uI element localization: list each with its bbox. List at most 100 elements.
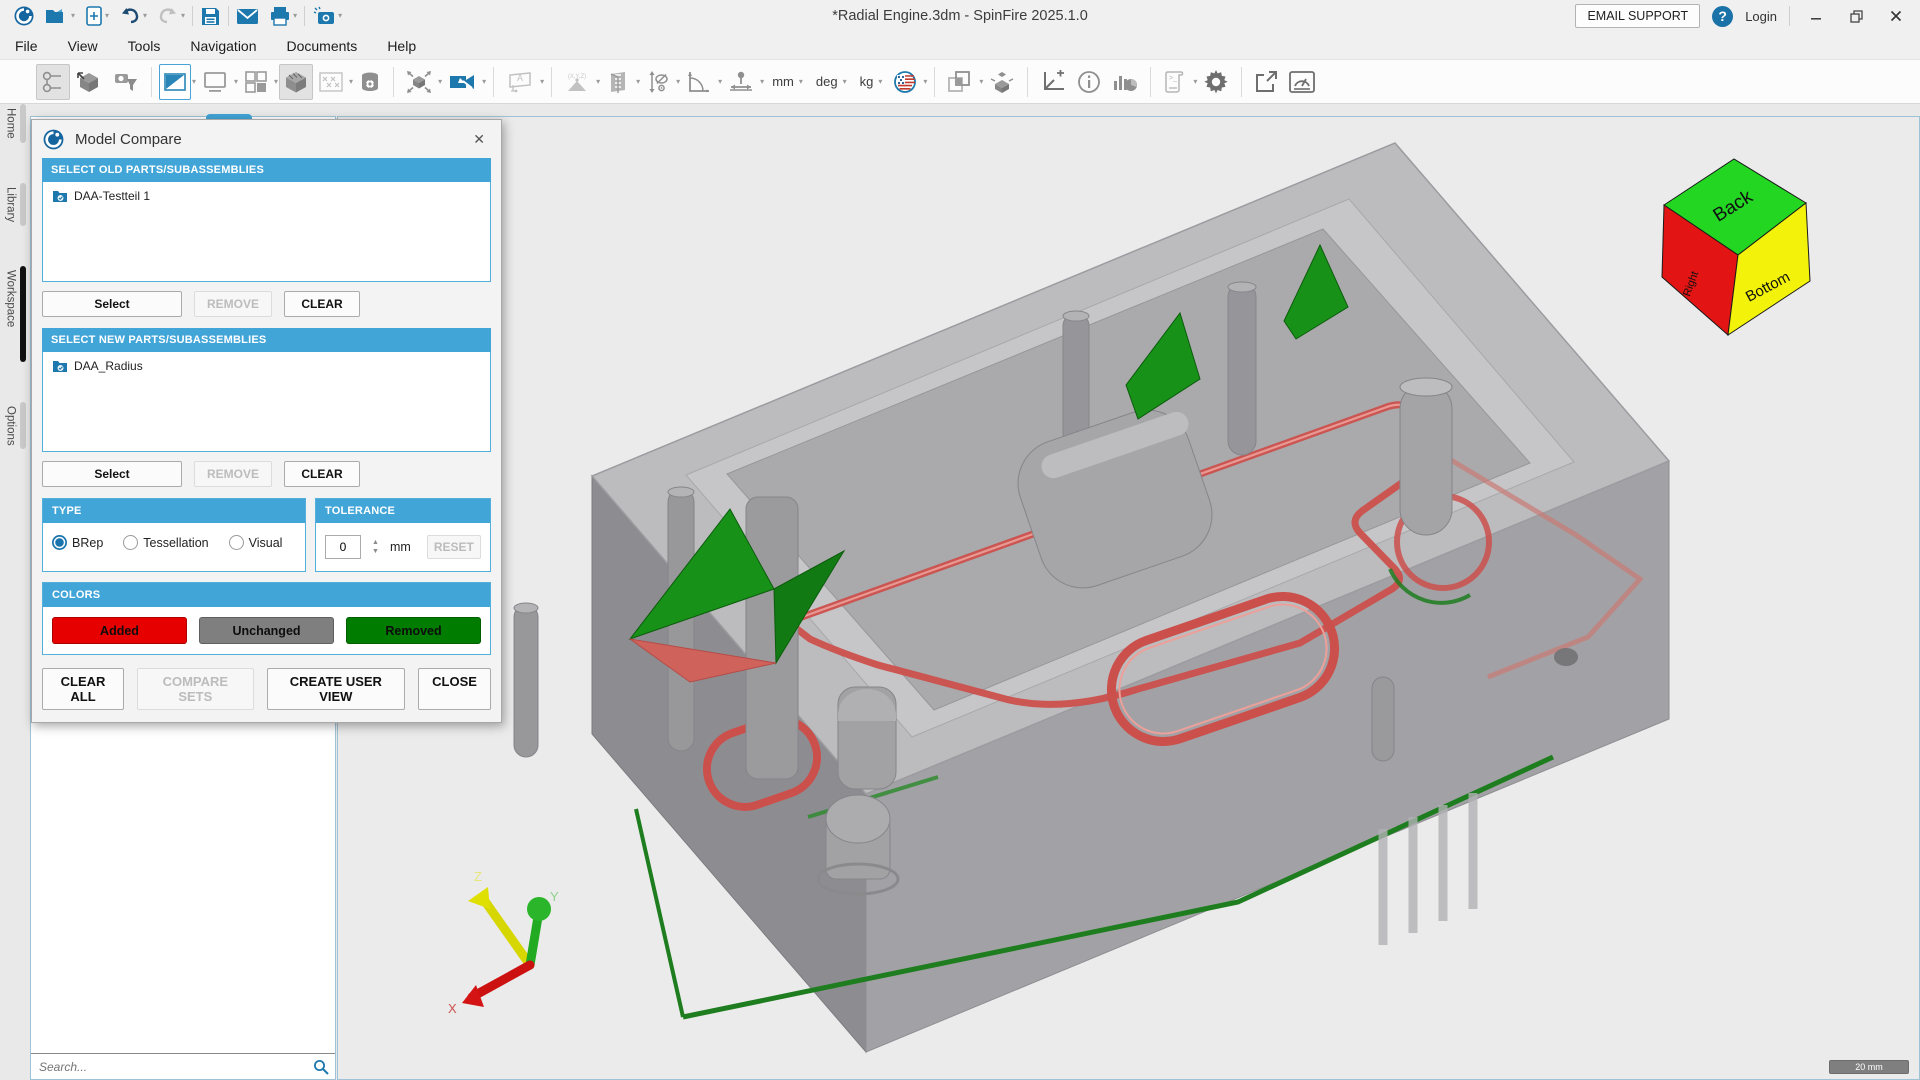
- zoom-fit-caret[interactable]: ▾: [438, 78, 442, 86]
- radio-tessellation[interactable]: Tessellation: [123, 535, 208, 550]
- menu-tools[interactable]: Tools: [128, 38, 161, 54]
- tolerance-input[interactable]: [325, 535, 361, 559]
- radio-brep[interactable]: BRep: [52, 535, 103, 550]
- new-document-button[interactable]: ▾: [82, 4, 112, 28]
- measure-angle-caret[interactable]: ▾: [718, 78, 722, 86]
- new-clear-button[interactable]: CLEAR: [284, 461, 360, 487]
- view-orientation-caret[interactable]: ▾: [482, 78, 486, 86]
- save-button[interactable]: [197, 4, 224, 29]
- pattern-display-button[interactable]: [314, 64, 348, 100]
- open-file-caret[interactable]: ▾: [71, 12, 75, 20]
- create-user-view-button[interactable]: CREATE USER VIEW: [267, 668, 405, 710]
- redo-caret[interactable]: ▾: [181, 12, 185, 20]
- exploded-view-button[interactable]: [984, 64, 1020, 100]
- menu-file[interactable]: File: [15, 38, 38, 54]
- color-removed-chip[interactable]: Removed: [346, 617, 481, 644]
- radio-brep-control[interactable]: [52, 535, 67, 550]
- new-select-button[interactable]: Select: [42, 461, 182, 487]
- old-clear-button[interactable]: CLEAR: [284, 291, 360, 317]
- new-parts-list[interactable]: DAA_Radius: [42, 352, 491, 452]
- old-select-button[interactable]: Select: [42, 291, 182, 317]
- measure-tools-button[interactable]: [36, 64, 70, 100]
- measure-distance-button[interactable]: [723, 64, 759, 100]
- help-icon[interactable]: ?: [1712, 6, 1733, 27]
- select-part-button[interactable]: [71, 64, 107, 100]
- close-button[interactable]: CLOSE: [418, 668, 491, 710]
- reset-button[interactable]: RESET: [427, 535, 481, 559]
- close-window-button[interactable]: [1882, 5, 1910, 27]
- list-item[interactable]: DAA-Testteil 1: [52, 189, 481, 203]
- compare-sets-button[interactable]: COMPARE SETS: [137, 668, 254, 710]
- sidebar-tab-workspace[interactable]: Workspace: [5, 266, 26, 362]
- restore-button[interactable]: [1842, 5, 1870, 27]
- undo-caret[interactable]: ▾: [143, 12, 147, 20]
- measure-distance-caret[interactable]: ▾: [760, 78, 764, 86]
- view-orientation-button[interactable]: [443, 64, 481, 100]
- angle-unit-dropdown[interactable]: deg ▾: [809, 64, 852, 100]
- script-caret[interactable]: ▾: [1193, 78, 1197, 86]
- settings-button[interactable]: [1198, 64, 1234, 100]
- dashboard-button[interactable]: [1284, 64, 1320, 100]
- data-settings-button[interactable]: [354, 64, 386, 100]
- annotation-caret[interactable]: ▾: [540, 78, 544, 86]
- email-support-button[interactable]: EMAIL SUPPORT: [1575, 4, 1700, 28]
- capture-caret[interactable]: ▾: [338, 12, 342, 20]
- search-input[interactable]: [37, 1059, 313, 1075]
- search-icon[interactable]: [313, 1059, 329, 1075]
- print-caret[interactable]: ▾: [293, 12, 297, 20]
- dialog-close-icon[interactable]: ✕: [467, 129, 491, 150]
- compare-overlay-caret[interactable]: ▾: [979, 78, 983, 86]
- new-remove-button[interactable]: REMOVE: [194, 461, 272, 487]
- menu-view[interactable]: View: [68, 38, 98, 54]
- length-unit-caret[interactable]: ▾: [799, 78, 803, 86]
- viewport-layout-caret[interactable]: ▾: [274, 78, 278, 86]
- cross-section-button[interactable]: [601, 64, 635, 100]
- share-view-button[interactable]: [1249, 64, 1283, 100]
- print-button[interactable]: ▾: [266, 4, 300, 28]
- radio-visual-control[interactable]: [229, 535, 244, 550]
- old-remove-button[interactable]: REMOVE: [194, 291, 272, 317]
- measure-diameter-caret[interactable]: ▾: [676, 78, 680, 86]
- dialog-header[interactable]: Model Compare ✕: [42, 120, 491, 158]
- locale-caret[interactable]: ▾: [923, 78, 927, 86]
- mass-unit-dropdown[interactable]: kg ▾: [853, 64, 888, 100]
- menu-navigation[interactable]: Navigation: [190, 38, 256, 54]
- spinner-up-icon[interactable]: ▲: [369, 538, 382, 547]
- capture-button[interactable]: ▾: [309, 4, 345, 28]
- measure-diameter-button[interactable]: [641, 64, 675, 100]
- zoom-fit-button[interactable]: [401, 64, 437, 100]
- screen-mode-button[interactable]: [197, 64, 233, 100]
- mass-unit-caret[interactable]: ▾: [878, 78, 882, 86]
- login-button[interactable]: Login: [1745, 9, 1777, 24]
- render-mode-button[interactable]: [159, 64, 191, 100]
- sidebar-tab-options[interactable]: Options: [5, 402, 26, 450]
- menu-help[interactable]: Help: [387, 38, 416, 54]
- pattern-display-caret[interactable]: ▾: [349, 78, 353, 86]
- radio-tessellation-control[interactable]: [123, 535, 138, 550]
- info-button[interactable]: [1072, 64, 1106, 100]
- spinner-down-icon[interactable]: ▼: [369, 547, 382, 556]
- open-file-button[interactable]: ▾: [42, 5, 78, 27]
- tolerance-spinner[interactable]: ▲ ▼: [369, 538, 382, 556]
- screen-mode-caret[interactable]: ▾: [234, 78, 238, 86]
- radio-visual[interactable]: Visual: [229, 535, 283, 550]
- undo-button[interactable]: ▾: [116, 5, 150, 27]
- statistics-button[interactable]: [1107, 64, 1143, 100]
- lighting-button[interactable]: (X,Y,Z): [559, 64, 595, 100]
- color-unchanged-chip[interactable]: Unchanged: [199, 617, 334, 644]
- sidebar-tab-library[interactable]: Library: [5, 183, 26, 226]
- compare-overlay-button[interactable]: [942, 64, 978, 100]
- capture-view-button[interactable]: [108, 64, 144, 100]
- locale-button[interactable]: [888, 64, 922, 100]
- cross-section-caret[interactable]: ▾: [636, 78, 640, 86]
- lighting-caret[interactable]: ▾: [596, 78, 600, 86]
- angle-unit-caret[interactable]: ▾: [843, 78, 847, 86]
- color-added-chip[interactable]: Added: [52, 617, 187, 644]
- clear-all-button[interactable]: CLEAR ALL: [42, 668, 124, 710]
- sidebar-tab-home[interactable]: Home: [5, 104, 26, 143]
- menu-documents[interactable]: Documents: [287, 38, 358, 54]
- annotation-button[interactable]: A: [501, 64, 539, 100]
- new-document-caret[interactable]: ▾: [105, 12, 109, 20]
- render-mode-caret[interactable]: ▾: [192, 78, 196, 86]
- measure-angle-button[interactable]: [681, 64, 717, 100]
